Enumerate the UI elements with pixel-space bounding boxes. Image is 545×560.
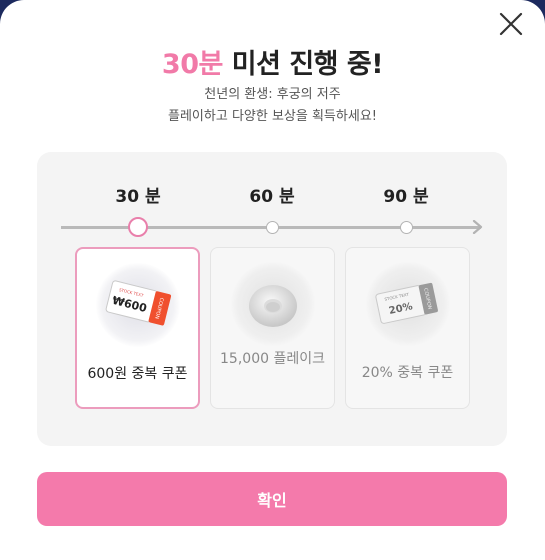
close-icon[interactable] [497, 10, 525, 38]
reward-thumb: COUPON STOCK TEXT 20% [365, 262, 450, 346]
mission-modal: 30분 미션 진행 중! 천년의 환생: 후궁의 저주 플레이하고 다양한 보상… [0, 0, 545, 560]
arrow-right-icon [472, 220, 483, 234]
step-marker-90 [399, 220, 413, 234]
step-marker-30 [128, 217, 148, 237]
reward-label: 600원 중복 쿠폰 [87, 366, 188, 382]
reward-card-60[interactable]: 15,000 플레이크 [210, 247, 335, 409]
reward-thumb: COUPON STOCK TEXT ₩600 [95, 263, 180, 347]
step-marker-60 [265, 220, 279, 234]
coupon-icon: COUPON STOCK TEXT ₩600 [105, 280, 171, 326]
reward-thumb [230, 262, 315, 346]
time-label-30: 30 분 [115, 187, 161, 207]
subtitle-line-1: 천년의 환생: 후궁의 저주 [204, 87, 341, 102]
time-label-60: 60 분 [249, 187, 295, 207]
flake-ring-icon [248, 285, 297, 327]
reward-card-30[interactable]: COUPON STOCK TEXT ₩600 600원 중복 쿠폰 [75, 247, 200, 409]
reward-card-90[interactable]: COUPON STOCK TEXT 20% 20% 중복 쿠폰 [345, 247, 470, 409]
coupon-icon: COUPON STOCK TEXT 20% [374, 282, 438, 324]
title-time: 30분 [161, 49, 223, 80]
modal-title: 30분 미션 진행 중! [0, 42, 545, 81]
reward-label: 15,000 플레이크 [220, 351, 325, 367]
title-text: 미션 진행 중! [222, 49, 384, 80]
time-label-90: 90 분 [383, 187, 429, 207]
reward-panel: 30 분 60 분 90 분 COUPON STOCK TEXT ₩600 60… [37, 152, 507, 446]
confirm-button[interactable]: 확인 [37, 472, 507, 526]
subtitle-line-2: 플레이하고 다양한 보상을 획득하세요! [168, 109, 377, 124]
modal-subtitle: 천년의 환생: 후궁의 저주 플레이하고 다양한 보상을 획득하세요! [0, 84, 545, 128]
reward-label: 20% 중복 쿠폰 [361, 365, 454, 381]
